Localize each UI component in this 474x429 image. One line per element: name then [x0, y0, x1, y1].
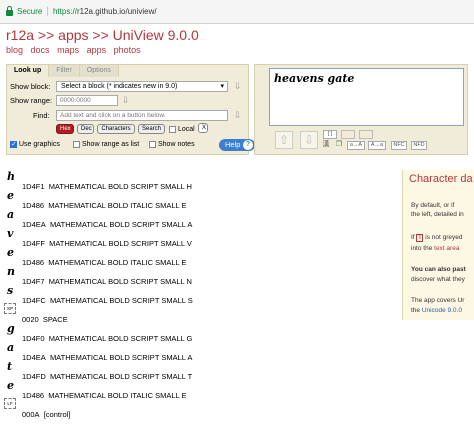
site-nav: blog docs maps apps photos [6, 45, 146, 55]
url-path: r12a.github.io/uniview/ [76, 7, 157, 16]
nav-link-blog[interactable]: blog [6, 45, 23, 55]
show-block-label: Show block: [10, 82, 51, 91]
character-glyph: t [7, 360, 13, 373]
character-glyph: v [7, 227, 14, 240]
help-button[interactable]: Help [219, 139, 255, 151]
block-select[interactable]: Select a block (* indicates new in 9.0) [56, 81, 228, 92]
tab-options[interactable]: Options [79, 65, 119, 77]
text-panel: heavens gate ⇧ ⇩ [ ] 漢 ❐ a→A A→a NFC NFD [254, 64, 468, 155]
sidebar-text-5: You can also past [411, 266, 466, 273]
upload-arrow-icon[interactable]: ⇧ [275, 131, 293, 149]
character-glyph: g [7, 322, 15, 335]
show-notes-checkbox[interactable] [149, 141, 156, 148]
find-go-arrow-icon[interactable]: ⇩ [233, 110, 242, 120]
nav-link-docs[interactable]: docs [31, 45, 50, 55]
sidebar-text-6: discover what they [411, 276, 465, 283]
lock-icon [6, 6, 13, 16]
nav-link-maps[interactable]: maps [57, 45, 79, 55]
sidebar-text-4: into the text area [411, 245, 460, 252]
show-range-list-checkbox[interactable] [73, 141, 80, 148]
download-arrow-icon[interactable]: ⇩ [300, 131, 318, 149]
tab-filter[interactable]: Filter [49, 65, 80, 77]
range-input[interactable]: 0000:0000 [56, 95, 118, 106]
site-title[interactable]: r12a >> apps >> UniView 9.0.0 [6, 27, 199, 43]
blank-button-2[interactable] [359, 130, 373, 139]
text-area[interactable]: heavens gate [269, 68, 464, 126]
show-notes-label: Show notes [158, 141, 195, 148]
local-label: Local [178, 126, 195, 133]
blank-button-1[interactable] [341, 130, 355, 139]
nav-link-apps[interactable]: apps [87, 45, 107, 55]
nav-link-photos[interactable]: photos [114, 45, 141, 55]
character-glyph: n [7, 265, 15, 278]
find-label: Find: [33, 111, 50, 120]
find-input[interactable]: Add text and click on a button below. [56, 110, 228, 121]
show-range-list-label: Show range as list [82, 141, 140, 148]
character-data-panel: Character da By default, or if the left,… [402, 170, 474, 320]
control-char-box: LF [4, 398, 16, 409]
lowercase-button[interactable]: A→a [368, 141, 386, 150]
text-area-link[interactable]: text area [434, 245, 459, 252]
characters-button[interactable]: Characters [97, 124, 135, 134]
use-graphics-checkbox[interactable] [10, 140, 17, 148]
block-go-arrow-icon[interactable]: ⇩ [233, 81, 242, 91]
control-char-box: SP [4, 303, 16, 314]
character-glyph: s [7, 284, 14, 297]
character-glyph: a [7, 341, 15, 354]
clear-find-button[interactable]: X [198, 123, 208, 133]
separator: | [46, 6, 49, 17]
character-glyph: h [7, 170, 15, 183]
sidebar-text-1: By default, or if [411, 202, 455, 209]
character-glyph: e [7, 189, 14, 202]
tab-bar: Look up Filter Options [7, 65, 119, 77]
show-range-label: Show range: [10, 96, 53, 105]
sidebar-text-2: the left, detailed in [411, 211, 464, 218]
hex-button[interactable]: Hex [56, 124, 74, 134]
use-graphics-label: Use graphics [19, 141, 60, 148]
list-item[interactable]: LF 000A [control] [0, 398, 400, 426]
url-scheme: https:// [52, 7, 77, 16]
tab-look-up[interactable]: Look up [7, 65, 50, 77]
sidebar-text-8: the Unicode 9.0.0 [411, 307, 462, 314]
character-glyph: a [7, 208, 15, 221]
uppercase-button[interactable]: a→A [347, 141, 365, 150]
search-button[interactable]: Search [138, 124, 165, 134]
nfc-button[interactable]: NFC [391, 141, 407, 150]
range-go-arrow-icon[interactable]: ⇩ [121, 95, 130, 105]
address-bar[interactable]: Secure | https:// r12a.github.io/uniview… [0, 0, 474, 24]
dec-button[interactable]: Dec [77, 124, 94, 134]
lookup-panel: Look up Filter Options Show block: Selec… [6, 64, 255, 155]
sidebar-text-3: If ⇧ is not greyed [411, 234, 463, 242]
character-glyph: e [7, 379, 14, 392]
copy-icon[interactable]: ❐ [334, 141, 344, 150]
character-description: 000A [control] [22, 410, 71, 419]
unicode-version-link[interactable]: Unicode 9.0.0 [422, 307, 462, 314]
character-data-title: Character da [409, 173, 473, 185]
secure-label: Secure [17, 7, 43, 16]
nfd-button[interactable]: NFD [411, 141, 427, 150]
character-glyph: e [7, 246, 14, 259]
local-checkbox[interactable] [169, 126, 176, 133]
sidebar-text-7: The app covers Ur [411, 297, 465, 304]
up-arrow-icon: ⇧ [416, 234, 424, 242]
bracket-button[interactable]: [ ] [323, 130, 337, 139]
kanji-icon[interactable]: 漢 [321, 141, 331, 150]
